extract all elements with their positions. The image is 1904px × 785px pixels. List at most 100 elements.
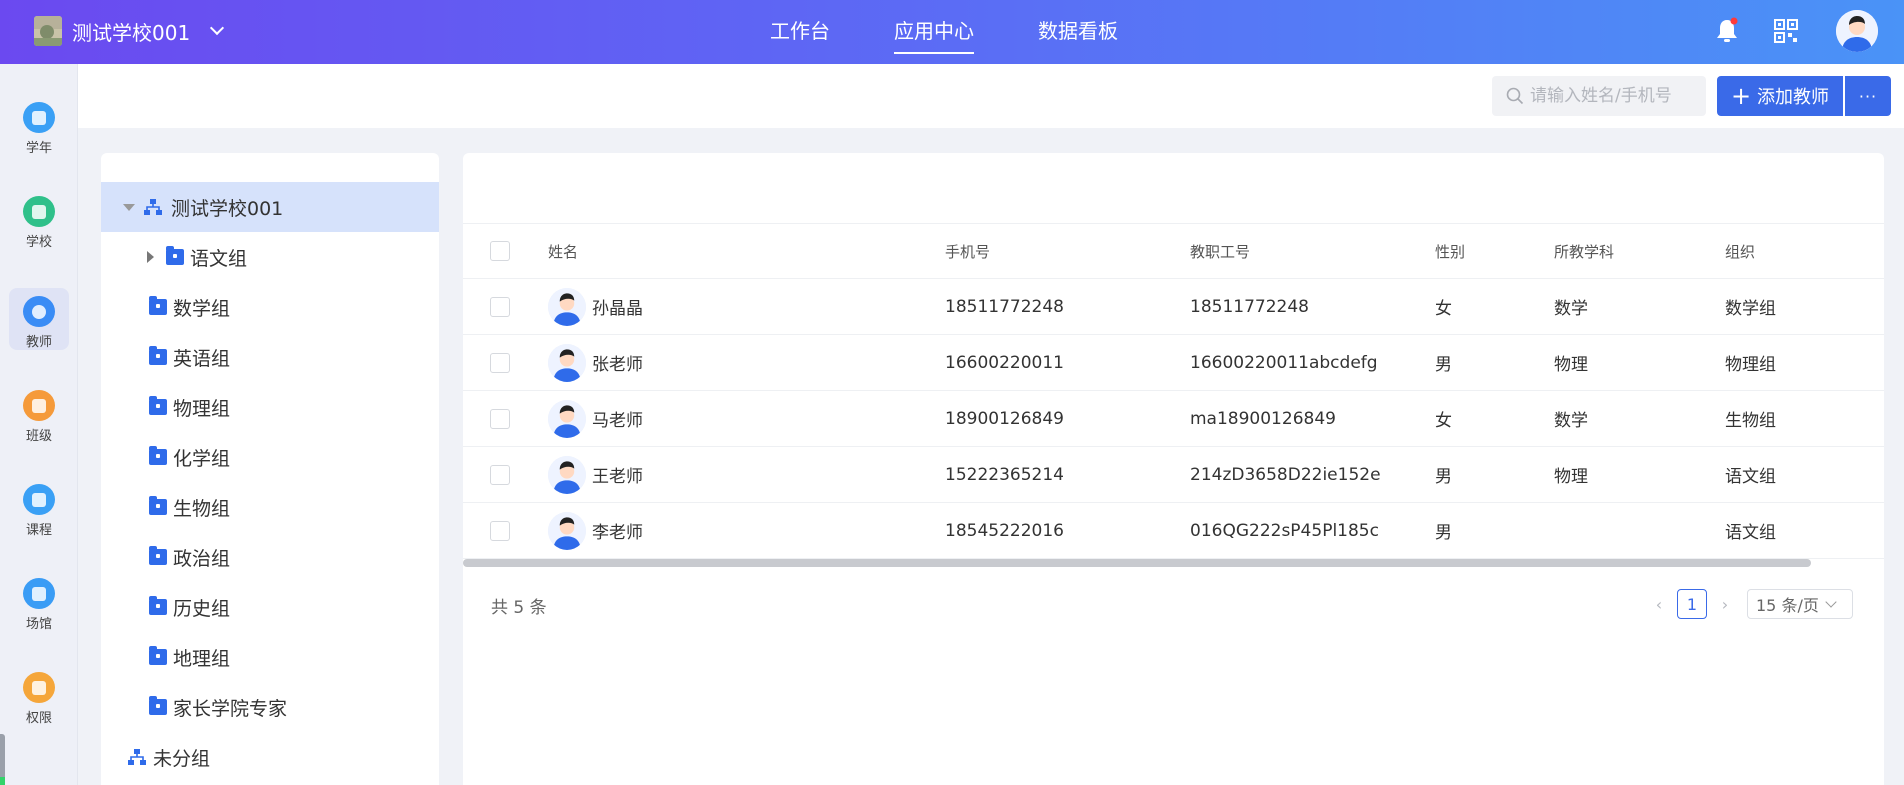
school-name: 测试学校001 <box>72 20 191 45</box>
tree-node-group[interactable]: 英语组 <box>101 332 439 382</box>
teacher-avatar <box>548 399 586 438</box>
page-size-select[interactable]: 15 条/页 <box>1747 589 1853 619</box>
column-header-org[interactable]: 组织 <box>1725 224 1755 278</box>
caret-right-icon[interactable] <box>147 251 154 263</box>
tree-node-group[interactable]: 地理组 <box>101 632 439 682</box>
user-avatar[interactable] <box>1836 10 1878 52</box>
teacher-phone: 18511772248 <box>945 296 1064 317</box>
folder-icon <box>149 596 167 615</box>
horizontal-scrollbar[interactable] <box>463 559 1811 567</box>
school-logo <box>34 16 62 46</box>
tree-node-label: 语文组 <box>190 247 248 270</box>
folder-icon <box>149 496 167 515</box>
caret-down-icon[interactable] <box>123 203 135 211</box>
folder-icon <box>149 296 167 315</box>
row-checkbox[interactable] <box>490 408 510 429</box>
folder-icon <box>149 696 167 715</box>
left-rail: 学年 学校 教师 班级 课程 场馆 权限 <box>0 64 78 785</box>
nav-app-center[interactable]: 应用中心 <box>894 0 974 64</box>
teacher-subject: 数学 <box>1554 299 1588 319</box>
tree-node-label: 测试学校001 <box>171 197 284 220</box>
rail-label: 课程 <box>25 523 52 538</box>
rail-label: 学校 <box>25 235 52 250</box>
search-icon <box>1506 87 1524 105</box>
teacher-gender: 男 <box>1435 523 1452 543</box>
column-header-phone[interactable]: 手机号 <box>945 224 990 278</box>
permission-icon <box>23 672 55 703</box>
school-switcher[interactable]: 测试学校001 <box>34 14 225 48</box>
rail-item-teacher[interactable]: 教师 <box>9 288 69 350</box>
select-all-checkbox[interactable] <box>490 241 510 261</box>
tree-node-group[interactable]: 政治组 <box>101 532 439 582</box>
tree-node-group[interactable]: 物理组 <box>101 382 439 432</box>
tree-node-group[interactable]: 数学组 <box>101 282 439 332</box>
chevron-down-icon <box>210 20 225 36</box>
table-row[interactable]: 李老师 18545222016 016QG222sP45Pl185c 男 语文组 <box>463 503 1884 559</box>
page-number[interactable]: 1 <box>1677 589 1707 619</box>
tree-node-ungrouped[interactable]: 未分组 <box>101 732 439 782</box>
column-header-subject[interactable]: 所教学科 <box>1554 224 1614 278</box>
bell-icon[interactable] <box>1714 17 1740 45</box>
tree-node-group[interactable]: 化学组 <box>101 432 439 482</box>
row-checkbox[interactable] <box>490 296 510 317</box>
folder-icon <box>166 246 184 265</box>
nav-workbench[interactable]: 工作台 <box>770 0 830 64</box>
table-row[interactable]: 孙晶晶 18511772248 18511772248 女 数学 数学组 <box>463 279 1884 335</box>
main-nav: 工作台 应用中心 数据看板 <box>770 0 1182 64</box>
row-checkbox[interactable] <box>490 520 510 541</box>
row-checkbox[interactable] <box>490 464 510 485</box>
teacher-phone: 15222365214 <box>945 464 1064 485</box>
folder-icon <box>149 546 167 565</box>
table-row[interactable]: 张老师 16600220011 16600220011abcdefg 男 物理 … <box>463 335 1884 391</box>
tree-node-group[interactable]: 生物组 <box>101 482 439 532</box>
rail-item-course[interactable]: 课程 <box>9 476 69 538</box>
teacher-gender: 女 <box>1435 411 1452 431</box>
rail-item-permission[interactable]: 权限 <box>9 664 69 726</box>
teacher-org: 数学组 <box>1725 299 1776 319</box>
teacher-staff-id: 16600220011abcdefg <box>1190 352 1378 373</box>
rail-item-class[interactable]: 班级 <box>9 382 69 444</box>
teacher-subject: 数学 <box>1554 411 1588 431</box>
nav-data-dashboard[interactable]: 数据看板 <box>1038 0 1118 64</box>
rail-item-school-year[interactable]: 学年 <box>9 94 69 156</box>
rail-item-school[interactable]: 学校 <box>9 188 69 250</box>
tree-node-label: 家长学院专家 <box>173 697 288 720</box>
tree-node-label: 生物组 <box>173 497 231 520</box>
more-actions-button[interactable]: ··· <box>1845 76 1891 116</box>
add-teacher-button[interactable]: + 添加教师 <box>1717 76 1843 116</box>
teacher-avatar <box>548 343 586 382</box>
tree-node-label: 英语组 <box>173 347 231 370</box>
tree-node-group[interactable]: 家长学院专家 <box>101 682 439 732</box>
teacher-phone: 16600220011 <box>945 352 1064 373</box>
prev-page-icon[interactable]: ‹ <box>1649 589 1669 619</box>
teacher-phone: 18545222016 <box>945 520 1064 541</box>
top-header: 测试学校001 工作台 应用中心 数据看板 <box>0 0 1904 64</box>
teacher-gender: 女 <box>1435 299 1452 319</box>
org-tree-icon <box>144 199 162 215</box>
chevron-down-icon <box>1825 596 1837 608</box>
folder-icon <box>149 396 167 415</box>
search-box[interactable] <box>1492 76 1706 116</box>
search-input[interactable] <box>1530 86 1700 106</box>
teacher-icon <box>23 296 55 327</box>
column-header-name[interactable]: 姓名 <box>548 224 578 278</box>
column-header-gender[interactable]: 性别 <box>1435 224 1465 278</box>
table-row[interactable]: 王老师 15222365214 214zD3658D22ie152e 男 物理 … <box>463 447 1884 503</box>
tree-node-root[interactable]: 测试学校001 <box>101 182 439 232</box>
school-icon <box>23 196 55 227</box>
rail-edge-handle[interactable] <box>0 734 5 785</box>
plus-icon: + <box>1730 82 1752 110</box>
qr-code-icon[interactable] <box>1774 19 1798 43</box>
table-row[interactable]: 马老师 18900126849 ma18900126849 女 数学 生物组 <box>463 391 1884 447</box>
row-checkbox[interactable] <box>490 352 510 373</box>
tree-node-group[interactable]: 语文组 <box>101 232 439 282</box>
column-header-staff-id[interactable]: 教职工号 <box>1190 224 1250 278</box>
folder-icon <box>149 646 167 665</box>
teacher-staff-id: ma18900126849 <box>1190 408 1336 429</box>
teacher-org: 语文组 <box>1725 523 1776 543</box>
teacher-name: 李老师 <box>592 523 643 543</box>
tree-node-group[interactable]: 历史组 <box>101 582 439 632</box>
next-page-icon[interactable]: › <box>1715 589 1735 619</box>
teacher-table-panel: 姓名 手机号 教职工号 性别 所教学科 组织 孙晶晶 18511772248 1… <box>463 153 1884 785</box>
rail-item-venue[interactable]: 场馆 <box>9 570 69 632</box>
